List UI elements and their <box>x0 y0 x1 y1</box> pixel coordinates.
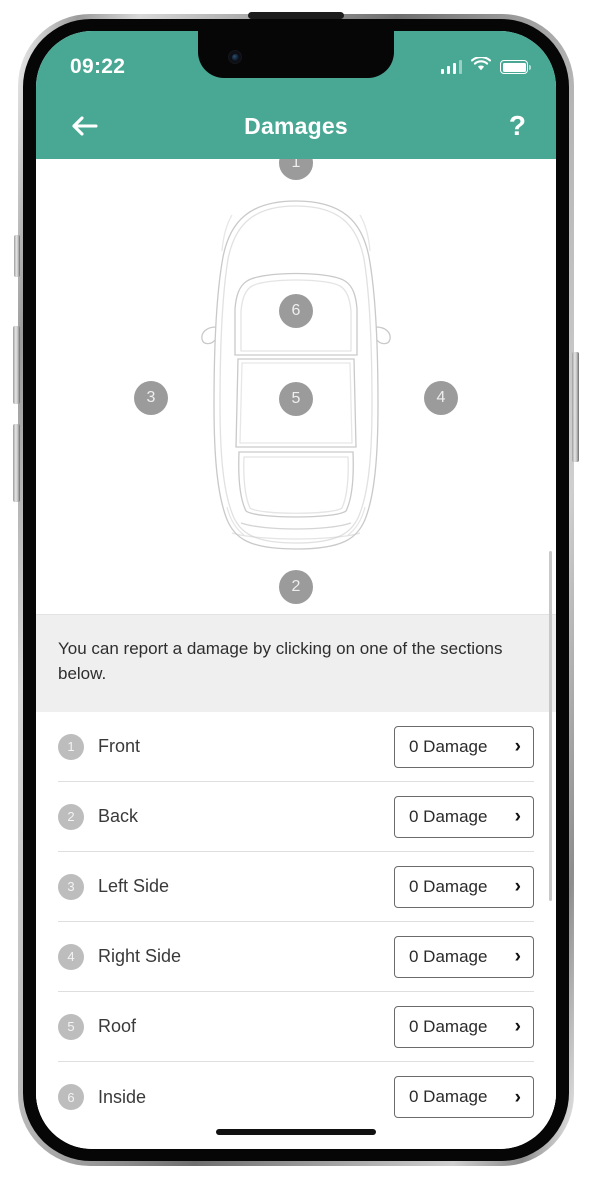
row-label: Right Side <box>98 946 182 967</box>
car-marker-left-side[interactable]: 3 <box>134 381 168 415</box>
phone-screen: 09:22 Damages ? 1 2 3 4 5 6 You can repo… <box>36 31 556 1149</box>
damage-status-label: 0 Damage <box>409 806 488 826</box>
home-indicator[interactable] <box>216 1129 376 1135</box>
chevron-right-icon: › <box>514 946 521 968</box>
silent-switch-button[interactable] <box>14 235 20 277</box>
page-title: Damages <box>244 112 348 139</box>
earpiece-speaker <box>248 12 344 19</box>
chevron-right-icon: › <box>514 1016 521 1038</box>
damage-status-button[interactable]: 0 Damage › <box>394 935 534 978</box>
damage-status-label: 0 Damage <box>409 1016 488 1036</box>
wifi-icon <box>470 56 492 77</box>
damage-status-button[interactable]: 0 Damage › <box>394 725 534 768</box>
back-arrow-icon[interactable] <box>66 108 102 144</box>
damage-status-button[interactable]: 0 Damage › <box>394 795 534 838</box>
row-label: Front <box>98 736 141 757</box>
damage-status-label: 0 Damage <box>409 946 488 966</box>
damage-status-button[interactable]: 0 Damage › <box>394 865 534 908</box>
cellular-signal-icon <box>440 60 462 74</box>
help-button[interactable]: ? <box>509 112 526 140</box>
row-label: Inside <box>98 1086 147 1107</box>
table-row[interactable]: 1 Front 0 Damage › <box>58 712 534 783</box>
car-marker-back[interactable]: 2 <box>279 570 313 604</box>
row-label: Roof <box>98 1016 137 1037</box>
scrollbar[interactable] <box>549 551 552 901</box>
chevron-right-icon: › <box>514 876 521 898</box>
chevron-right-icon: › <box>514 806 521 828</box>
table-row[interactable]: 4 Right Side 0 Damage › <box>58 922 534 993</box>
row-badge: 4 <box>58 943 84 970</box>
chevron-right-icon: › <box>514 1086 521 1108</box>
row-badge: 5 <box>58 1013 84 1040</box>
car-marker-right-side[interactable]: 4 <box>424 381 458 415</box>
damage-status-label: 0 Damage <box>409 876 488 896</box>
status-icons <box>440 56 531 77</box>
damage-status-button[interactable]: 0 Damage › <box>394 1076 534 1119</box>
table-row[interactable]: 2 Back 0 Damage › <box>58 782 534 853</box>
app-header: Damages ? <box>36 93 556 159</box>
row-badge: 6 <box>58 1084 84 1111</box>
car-marker-roof[interactable]: 5 <box>279 382 313 416</box>
power-button[interactable] <box>572 352 579 462</box>
table-row[interactable]: 3 Left Side 0 Damage › <box>58 852 534 923</box>
scroll-content[interactable]: 1 2 3 4 5 6 You can report a damage by c… <box>36 159 556 1149</box>
damage-status-button[interactable]: 0 Damage › <box>394 1005 534 1048</box>
status-time: 09:22 <box>70 55 126 78</box>
front-camera-icon <box>228 50 242 64</box>
phone-notch <box>198 31 394 78</box>
damage-section-list: 1 Front 0 Damage › 2 Back 0 Damage › 3 L… <box>36 712 556 1133</box>
volume-up-button[interactable] <box>13 326 20 404</box>
row-label: Left Side <box>98 876 170 897</box>
table-row[interactable]: 6 Inside 0 Damage › <box>58 1062 534 1132</box>
car-marker-inside[interactable]: 6 <box>279 294 313 328</box>
battery-icon <box>500 60 531 74</box>
damage-status-label: 0 Damage <box>409 1087 488 1107</box>
info-banner: You can report a damage by clicking on o… <box>36 614 556 713</box>
car-diagram-panel[interactable]: 1 2 3 4 5 6 <box>36 159 556 614</box>
damage-status-label: 0 Damage <box>409 736 488 756</box>
row-badge: 3 <box>58 873 84 900</box>
row-badge: 1 <box>58 733 84 760</box>
row-badge: 2 <box>58 803 84 830</box>
table-row[interactable]: 5 Roof 0 Damage › <box>58 992 534 1063</box>
volume-down-button[interactable] <box>13 424 20 502</box>
row-label: Back <box>98 806 139 827</box>
chevron-right-icon: › <box>514 736 521 758</box>
